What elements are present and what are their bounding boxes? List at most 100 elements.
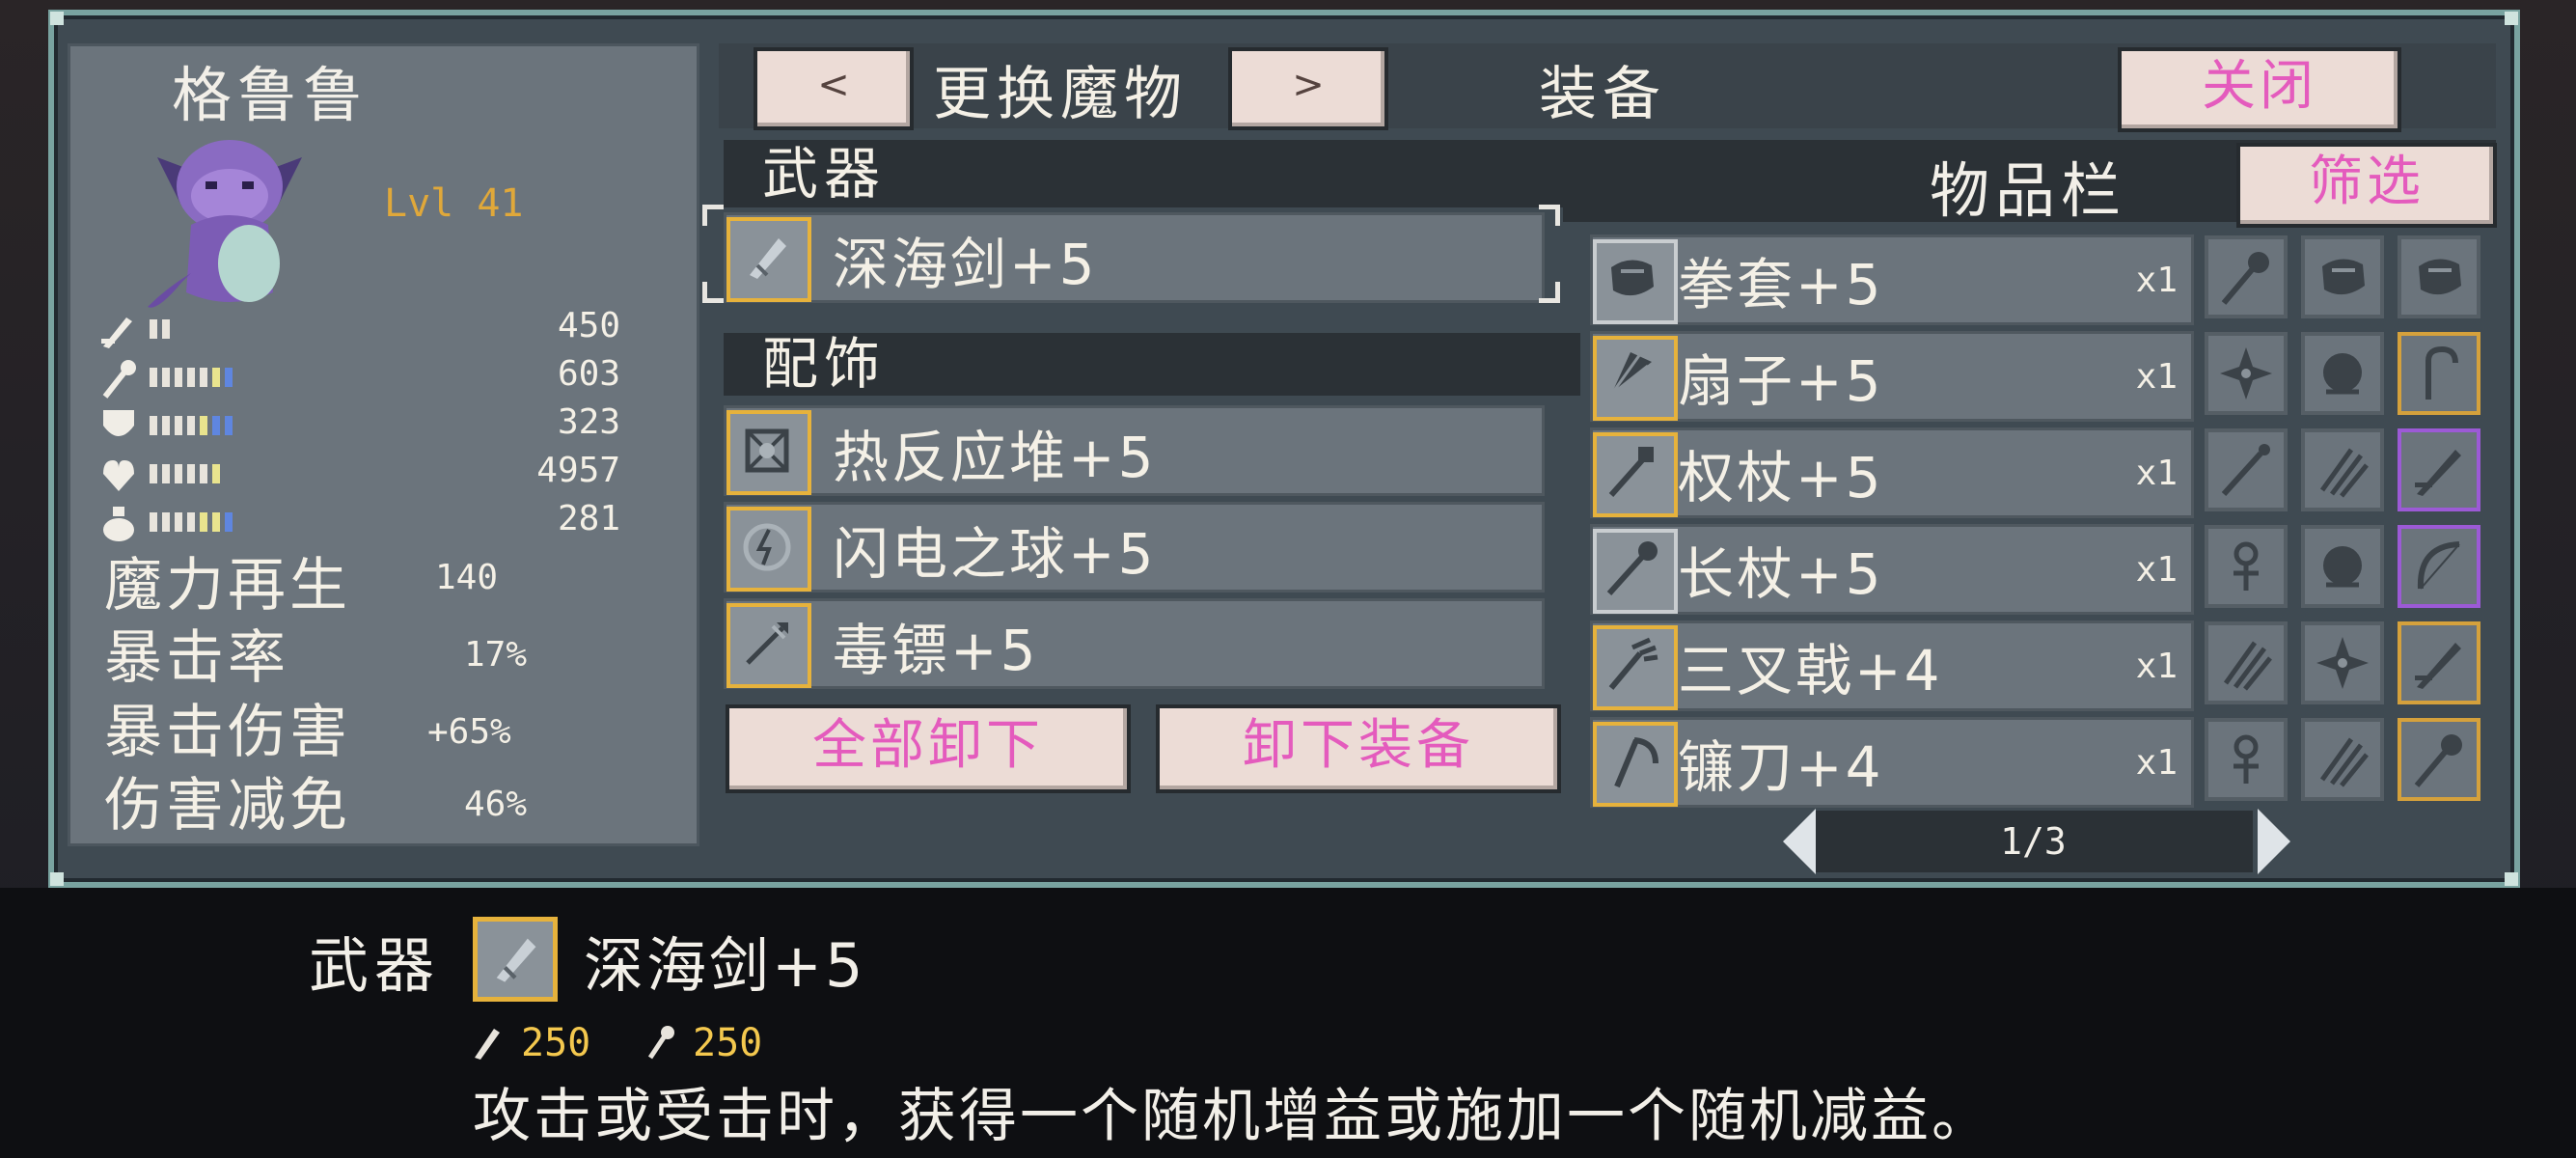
inventory-grid-cell[interactable] xyxy=(2205,621,2288,704)
inventory-grid-cell[interactable] xyxy=(2205,428,2288,511)
long-staff-icon xyxy=(1606,541,1658,596)
accessory-section-header: 配饰 xyxy=(724,333,1580,396)
mana-regen-value: 140 xyxy=(435,558,499,597)
orb-icon xyxy=(2323,546,2362,588)
inventory-grid-cell[interactable] xyxy=(2205,718,2288,801)
tooltip-description: 攻击或受击时，获得一个随机增益或施加一个随机减益。 xyxy=(473,1083,1992,1150)
stat-bar xyxy=(150,416,157,435)
filter-button[interactable]: 筛选 xyxy=(2236,143,2497,228)
stat-bars xyxy=(150,512,237,534)
crit-damage-value: +65% xyxy=(427,712,511,752)
inventory-grid-cell[interactable] xyxy=(2301,525,2384,608)
monster-level: Lvl 41 xyxy=(384,181,524,226)
stat-bar xyxy=(212,416,220,435)
attack-value: 250 xyxy=(521,1021,591,1065)
ankh-icon xyxy=(2233,541,2259,591)
inventory-grid-cell[interactable] xyxy=(2301,428,2384,511)
inventory-item-slot xyxy=(1593,722,1678,807)
inventory-grid-cell[interactable] xyxy=(2398,332,2480,415)
prev-monster-button[interactable]: < xyxy=(754,47,914,130)
accessory-name: 毒镖+5 xyxy=(833,618,1039,683)
fan-icon xyxy=(1609,352,1652,397)
inventory-row[interactable]: 扇子+5 x1 xyxy=(1590,331,2194,422)
accessory-row[interactable]: 毒镖+5 xyxy=(724,598,1545,689)
accessory-slot xyxy=(726,410,811,495)
equipped-weapon-row[interactable]: 深海剑+5 xyxy=(724,212,1545,303)
damage-reduction-label: 伤害减免 xyxy=(104,772,351,840)
stat-bar xyxy=(150,512,157,532)
stat-bar xyxy=(212,512,220,532)
inventory-item-qty: x1 xyxy=(2135,357,2178,397)
inventory-grid-cell[interactable] xyxy=(2205,332,2288,415)
inventory-grid-cell[interactable] xyxy=(2398,621,2480,704)
prev-page-arrow-icon[interactable] xyxy=(1783,809,1818,874)
accessory-name: 热反应堆+5 xyxy=(833,425,1157,490)
frame-corner xyxy=(50,872,64,886)
damage-reduction-value: 46% xyxy=(464,785,528,824)
accessory-slot xyxy=(726,603,811,688)
inventory-item-qty: x1 xyxy=(2135,454,2178,493)
orb-icon xyxy=(2323,353,2362,395)
close-button[interactable]: 关闭 xyxy=(2118,47,2401,132)
stat-row: 281 xyxy=(99,497,640,541)
inventory-grid-cell[interactable] xyxy=(2301,621,2384,704)
gauntlet-icon xyxy=(2322,259,2365,295)
inventory-grid-cell[interactable] xyxy=(2301,332,2384,415)
weapon-name: 深海剑+5 xyxy=(833,232,1098,297)
stat-bar xyxy=(187,464,195,483)
inventory-item-qty: x1 xyxy=(2135,743,2178,783)
inventory-grid-cell[interactable] xyxy=(2398,525,2480,608)
accessory-row[interactable]: 闪电之球+5 xyxy=(724,502,1545,593)
stat-bar xyxy=(150,464,157,483)
shuriken-icon xyxy=(2220,347,2272,400)
inventory-grid-cell[interactable] xyxy=(2398,428,2480,511)
next-page-arrow-icon[interactable] xyxy=(2256,809,2290,874)
accessory-slot xyxy=(726,507,811,592)
selection-corner xyxy=(702,205,724,226)
stat-value: 281 xyxy=(557,499,620,538)
stat-value: 603 xyxy=(557,354,620,394)
inventory-row[interactable]: 拳套+5 x1 xyxy=(1590,234,2194,325)
claw-icon xyxy=(2319,737,2369,787)
inventory-grid-cell[interactable] xyxy=(2398,235,2480,318)
stat-row: 603 xyxy=(99,352,640,399)
stat-bars xyxy=(150,368,237,389)
stat-bar xyxy=(200,512,207,532)
heart-icon xyxy=(99,455,142,491)
inventory-grid-cell[interactable] xyxy=(2301,718,2384,801)
unequip-button[interactable]: 卸下装备 xyxy=(1156,704,1561,793)
stat-bar xyxy=(162,512,170,532)
frame-corner xyxy=(2505,12,2518,25)
gauntlet-icon xyxy=(1611,260,1654,296)
gauntlet-icon xyxy=(2419,259,2461,295)
stat-value: 323 xyxy=(557,402,620,442)
inventory-item-name: 三叉戟+4 xyxy=(1678,638,1943,703)
inventory-item-name: 镰刀+4 xyxy=(1678,734,1884,800)
stat-bars xyxy=(150,319,175,341)
page-number: 1/3 xyxy=(2000,820,2067,863)
stat-bar xyxy=(212,368,220,387)
monster-stats-panel: 格鲁鲁 Lvl 41 450 603 323 4957 281 魔力再生 140 暴击率… xyxy=(68,43,699,846)
inventory-row[interactable]: 三叉戟+4 x1 xyxy=(1590,620,2194,711)
stat-bar xyxy=(150,368,157,387)
inventory-item-qty: x1 xyxy=(2135,261,2178,300)
stat-value: 450 xyxy=(557,306,620,345)
unequip-all-button[interactable]: 全部卸下 xyxy=(726,704,1131,793)
inventory-row[interactable]: 长杖+5 x1 xyxy=(1590,524,2194,615)
sea-sword-icon xyxy=(496,938,536,982)
inventory-row[interactable]: 权杖+5 x1 xyxy=(1590,427,2194,518)
stat-bar xyxy=(225,416,233,435)
inventory-row[interactable]: 镰刀+4 x1 xyxy=(1590,717,2194,808)
equipment-title: 装备 xyxy=(1539,61,1666,128)
inventory-item-slot xyxy=(1593,625,1678,710)
inventory-grid-cell[interactable] xyxy=(2398,718,2480,801)
tooltip-item-name: 深海剑+5 xyxy=(584,930,866,1001)
inventory-grid-cell[interactable] xyxy=(2205,235,2288,318)
inventory-item-slot xyxy=(1593,432,1678,517)
stat-value: 4957 xyxy=(536,451,620,490)
inventory-grid-cell[interactable] xyxy=(2301,235,2384,318)
inventory-grid-cell[interactable] xyxy=(2205,525,2288,608)
accessory-row[interactable]: 热反应堆+5 xyxy=(724,405,1545,496)
stat-bar xyxy=(175,368,182,387)
next-monster-button[interactable]: > xyxy=(1228,47,1388,130)
